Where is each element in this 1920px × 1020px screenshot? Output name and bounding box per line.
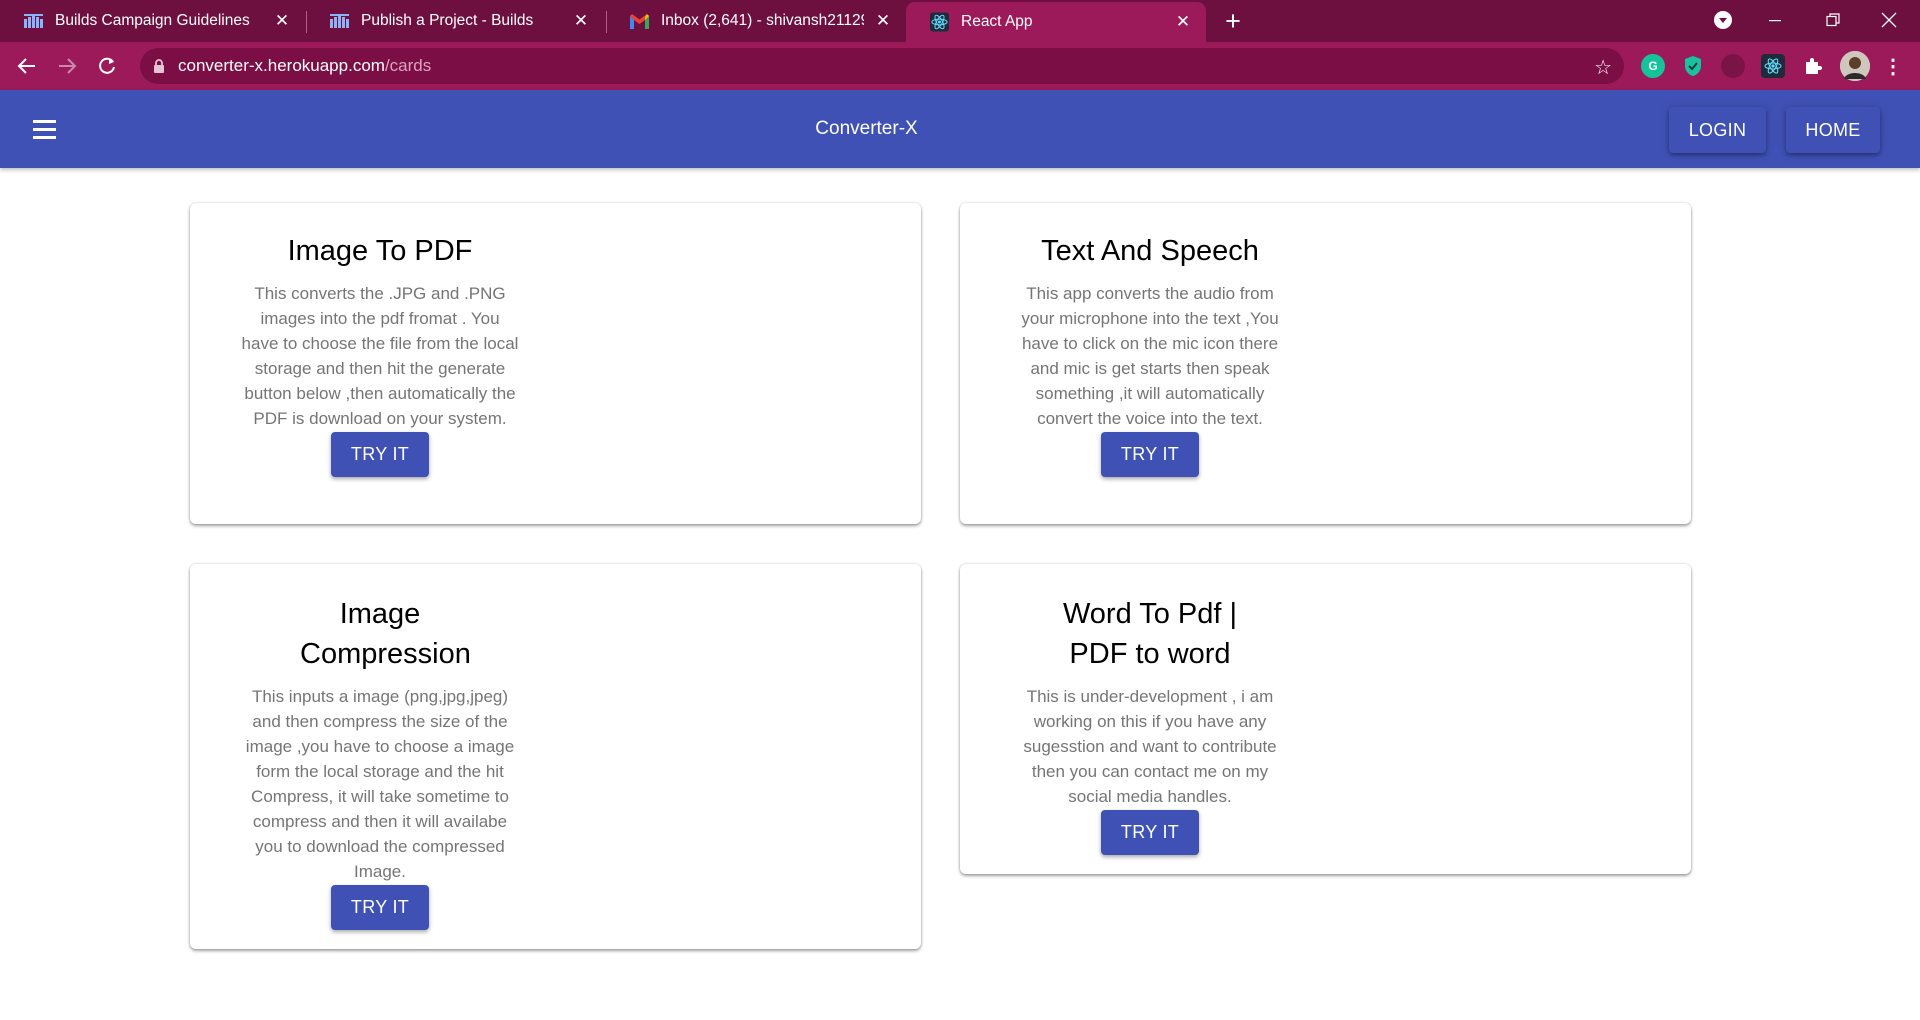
try-it-button[interactable]: TRY IT: [1101, 810, 1199, 855]
tab-react-app[interactable]: React App ✕: [906, 2, 1206, 42]
avatar[interactable]: [1840, 51, 1870, 81]
builds-icon: [330, 12, 349, 31]
card-title: Image Compression: [300, 598, 471, 670]
close-icon[interactable]: ✕: [271, 10, 293, 32]
card-title: Text And Speech: [1041, 235, 1259, 267]
restore-icon[interactable]: [1810, 0, 1856, 40]
bookmark-star-icon[interactable]: ☆: [1594, 55, 1612, 80]
app-bar: Converter-X LOGIN HOME: [0, 90, 1920, 168]
app-title: Converter-X: [815, 118, 918, 139]
card-description: This is under-development , i am working…: [1023, 687, 1277, 806]
card-description: This app converts the audio from your mi…: [1021, 284, 1279, 428]
back-icon[interactable]: [11, 50, 43, 82]
url-host: converter-x.herokuapp.com: [178, 56, 385, 75]
close-icon[interactable]: ✕: [570, 10, 592, 32]
url-text[interactable]: converter-x.herokuapp.com/cards: [178, 56, 431, 76]
tab-search-icon[interactable]: [1700, 0, 1746, 40]
tab-title: Builds Campaign Guidelines: [55, 12, 250, 29]
puzzle-extensions-icon[interactable]: [1801, 54, 1825, 78]
window-close-icon[interactable]: [1866, 0, 1912, 40]
tab-title: Inbox (2,641) - shivansh211299@: [661, 12, 864, 29]
grammarly-icon[interactable]: G: [1641, 54, 1665, 78]
card-image-compression: Image Compression This inputs a image (p…: [190, 564, 921, 949]
card-description: This converts the .JPG and .PNG images i…: [241, 284, 519, 428]
card-description: This inputs a image (png,jpg,jpeg) and t…: [245, 687, 515, 881]
browser-toolbar: converter-x.herokuapp.com/cards ☆ G ⋮: [0, 42, 1920, 90]
forward-icon[interactable]: [51, 50, 83, 82]
close-icon[interactable]: ✕: [872, 10, 894, 32]
react-icon: [930, 12, 949, 32]
login-button[interactable]: LOGIN: [1669, 107, 1766, 153]
card-image-to-pdf: Image To PDF This converts the .JPG and …: [190, 203, 921, 524]
url-path: /cards: [384, 56, 432, 75]
tab-publish-project[interactable]: Publish a Project - Builds ✕: [306, 0, 604, 42]
try-it-button[interactable]: TRY IT: [331, 885, 429, 930]
card-word-to-pdf: Word To Pdf | PDF to word This is under-…: [960, 564, 1691, 874]
new-tab-button[interactable]: +: [1218, 6, 1248, 36]
gmail-icon: [630, 12, 649, 31]
try-it-button[interactable]: TRY IT: [1101, 432, 1199, 477]
tab-title: Publish a Project - Builds: [361, 12, 534, 29]
kebab-menu-icon[interactable]: ⋮: [1881, 54, 1905, 78]
home-button[interactable]: HOME: [1786, 107, 1880, 153]
minimize-icon[interactable]: [1752, 0, 1798, 40]
builds-icon: [24, 12, 43, 31]
react-devtools-icon[interactable]: [1761, 54, 1785, 78]
try-it-button[interactable]: TRY IT: [331, 432, 429, 477]
shield-extension-icon[interactable]: [1681, 54, 1705, 78]
address-bar[interactable]: converter-x.herokuapp.com/cards ☆: [140, 48, 1624, 84]
extension-dot-icon[interactable]: [1721, 54, 1745, 78]
tab-builds-campaign[interactable]: Builds Campaign Guidelines ✕: [0, 0, 305, 42]
browser-tab-strip: Builds Campaign Guidelines ✕ Publish a P…: [0, 0, 1920, 42]
card-title: Image To PDF: [287, 235, 473, 267]
tab-title: React App: [961, 13, 1033, 30]
reload-icon[interactable]: [91, 50, 123, 82]
tab-gmail-inbox[interactable]: Inbox (2,641) - shivansh211299@ ✕: [606, 0, 906, 42]
lock-icon[interactable]: [152, 58, 168, 74]
card-text-and-speech: Text And Speech This app converts the au…: [960, 203, 1691, 524]
close-icon[interactable]: ✕: [1172, 11, 1194, 33]
card-title: Word To Pdf | PDF to word: [1062, 598, 1238, 670]
